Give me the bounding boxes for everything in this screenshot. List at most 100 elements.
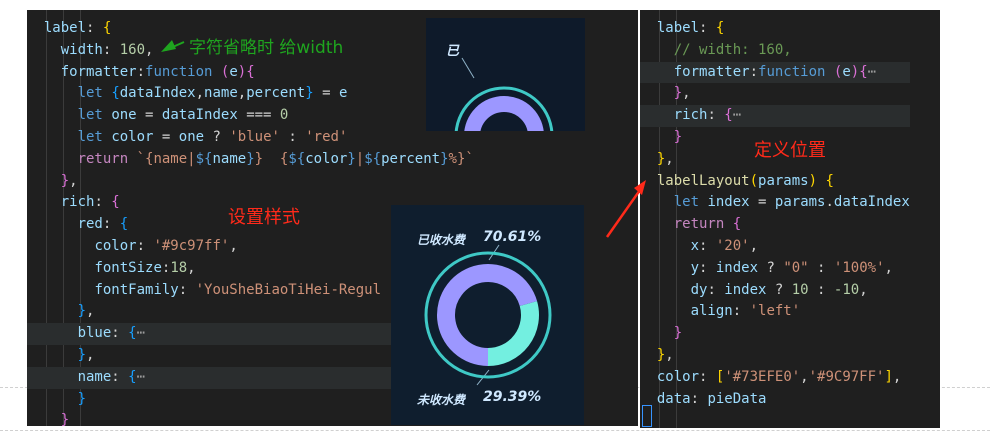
code-token: `{name| <box>136 150 196 167</box>
code-token: color <box>111 128 154 145</box>
code-line[interactable]: align: 'left' <box>640 301 910 323</box>
code-token: one <box>178 128 205 145</box>
code-token: , <box>884 259 893 276</box>
code-line[interactable]: dy: index ? 10 : -10, <box>640 280 910 302</box>
code-line[interactable]: return { <box>640 214 910 236</box>
code-token: label <box>43 20 87 36</box>
position-annotation: 定义位置 <box>754 140 826 161</box>
code-line[interactable]: y: index ? "0" : '100%', <box>640 258 910 280</box>
code-line[interactable]: }, <box>27 171 474 193</box>
code-token: } <box>77 303 87 320</box>
code-token: index <box>724 281 767 298</box>
code-token: dy <box>690 281 708 298</box>
code-token: } <box>673 325 683 342</box>
code-token: , <box>195 85 205 102</box>
code-token: ${ <box>364 150 382 167</box>
code-line[interactable]: label: { <box>640 18 910 40</box>
code-token: { <box>128 368 137 385</box>
code-token: ? <box>204 128 230 145</box>
code-token: fontFamily <box>94 281 179 298</box>
code-token: function <box>758 63 826 80</box>
code-token: , <box>187 259 196 276</box>
code-line[interactable]: formatter:function (e){⋯ <box>640 61 910 84</box>
code-token: '#9C97FF' <box>808 368 885 385</box>
collected-percent: 70.61% <box>483 229 542 245</box>
code-line[interactable]: let one = dataIndex === 0 <box>27 105 474 127</box>
collected-label: 已收水费 <box>417 233 466 247</box>
code-token: : <box>94 194 112 211</box>
code-token: formatter <box>60 63 137 80</box>
code-line[interactable]: x: '20', <box>640 236 910 258</box>
code-token: '100%' <box>833 259 885 276</box>
leader-line <box>461 57 475 79</box>
code-token: let <box>77 107 103 124</box>
code-token: name <box>212 150 247 167</box>
code-token: dataIndex <box>833 194 910 211</box>
code-token: , <box>86 346 95 363</box>
code-token: , <box>69 172 78 189</box>
code-token: color <box>94 237 137 254</box>
code-token: : <box>808 259 834 276</box>
code-token: name <box>77 368 112 385</box>
code-line[interactable]: }, <box>640 83 910 105</box>
code-token: %}` <box>448 150 474 167</box>
right-code-editor[interactable]: label: { // width: 160, formatter:functi… <box>640 10 940 428</box>
code-token: : <box>699 20 716 36</box>
code-line[interactable]: return `{name|${name}} {${color}|${perce… <box>27 149 474 171</box>
code-token: , <box>892 368 902 385</box>
code-line[interactable]: formatter:function (e){ <box>27 62 474 84</box>
fold-ellipsis-icon[interactable]: ⋯ <box>733 107 741 123</box>
code-line[interactable]: // width: 160, <box>640 40 910 62</box>
code-line[interactable]: let index = params.dataIndex <box>640 192 910 214</box>
code-token: : <box>699 368 716 385</box>
code-token: 160 <box>119 41 146 58</box>
code-token: return <box>673 216 725 233</box>
code-token: color <box>656 368 700 385</box>
code-token: ${ <box>195 150 213 167</box>
code-token: , <box>145 41 154 58</box>
fold-ellipsis-icon[interactable]: ⋯ <box>137 369 145 385</box>
code-token: width <box>60 41 103 58</box>
fold-ellipsis-icon[interactable]: ⋯ <box>868 64 876 80</box>
code-token: labelLayout <box>656 172 750 189</box>
code-token: params <box>774 194 826 211</box>
code-line[interactable]: let color = one ? 'blue' : 'red' <box>27 127 474 149</box>
code-token: red <box>77 216 103 233</box>
code-line[interactable]: color: ['#73EFE0','#9C97FF'], <box>640 367 910 389</box>
code-token: : <box>102 41 120 58</box>
code-token: -10 <box>833 281 860 298</box>
code-line[interactable]: labelLayout(params) { <box>640 171 910 193</box>
code-token: , <box>682 85 691 102</box>
code-token: function <box>145 63 213 80</box>
code-token: dataIndex <box>161 107 238 124</box>
code-token: ) <box>850 63 860 80</box>
code-line[interactable]: data: pieData <box>640 389 910 411</box>
code-token: : <box>690 390 708 407</box>
code-token: percent <box>246 85 306 102</box>
code-line[interactable]: let {dataIndex,name,percent} = e <box>27 83 474 105</box>
code-token: = <box>153 128 179 145</box>
fold-ellipsis-icon[interactable]: ⋯ <box>137 325 145 341</box>
code-line[interactable]: rich: {⋯ <box>640 105 910 127</box>
code-token: '#73EFE0' <box>724 368 801 385</box>
code-line[interactable]: } <box>640 323 910 345</box>
code-token: , <box>237 85 247 102</box>
code-line[interactable]: }, <box>640 345 910 367</box>
